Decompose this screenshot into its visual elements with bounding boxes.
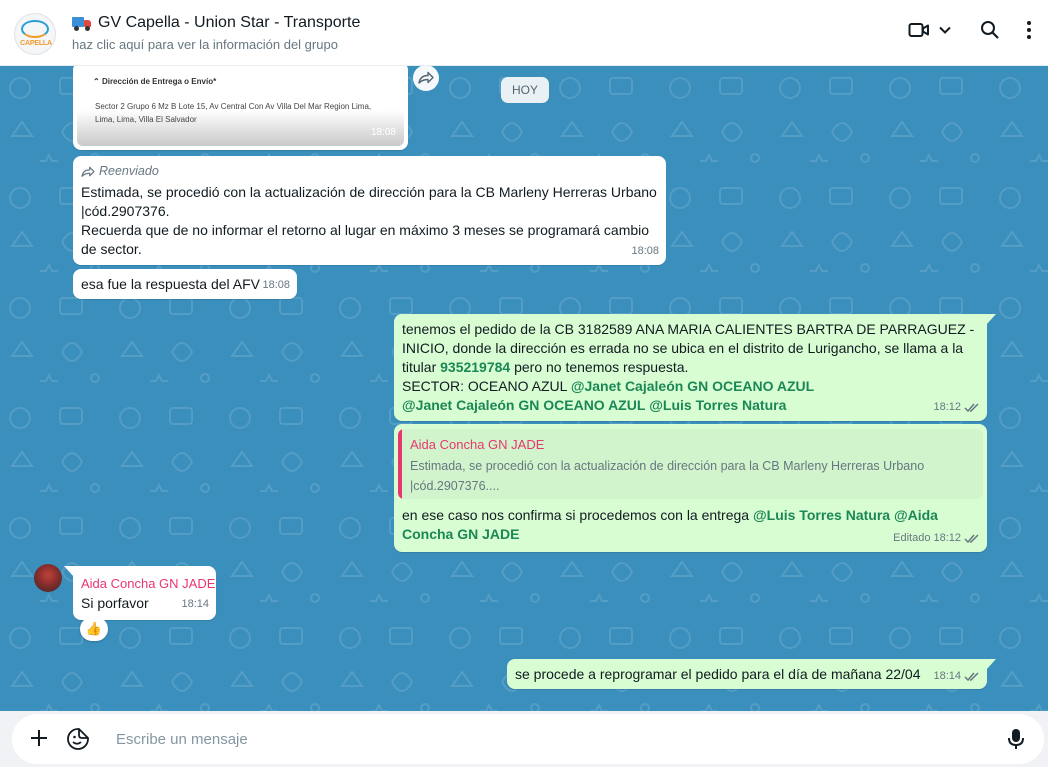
sticker-button[interactable] (66, 727, 90, 751)
group-logo-text: CAPELLA (20, 40, 52, 47)
message-input[interactable] (116, 724, 996, 754)
outgoing-message[interactable]: tenemos el pedido de la CB 3182589 ANA M… (394, 314, 987, 421)
message-line: SECTOR: OCEANO AZUL @Janet Cajaleón GN O… (402, 377, 980, 396)
video-call-icon (908, 23, 929, 37)
group-avatar[interactable]: CAPELLA (14, 13, 56, 55)
message-line: tenemos el pedido de la CB 3182589 ANA M… (402, 321, 975, 337)
mention-link[interactable]: @Janet Cajaleón GN OCEANO AZUL (402, 397, 645, 413)
message-text: tenemos el pedido de la CB 3182589 ANA M… (402, 320, 980, 415)
group-info[interactable]: GV Capella - Union Star - Transporte haz… (72, 14, 360, 52)
truck-icon (72, 15, 92, 31)
message-line: en ese caso nos confirma si procedemos c… (402, 506, 962, 525)
double-check-icon (964, 672, 979, 682)
message-line: @Janet Cajaleón GN OCEANO AZUL @Luis Tor… (402, 396, 980, 415)
quoted-line: Estimada, se procedió con la actualizaci… (410, 459, 925, 473)
date-divider: HOY (501, 77, 549, 103)
forwarded-message[interactable]: Reenviado Estimada, se procedió con la a… (73, 156, 666, 265)
phone-link[interactable]: 935219784 (440, 359, 510, 375)
composer-box[interactable] (12, 714, 1044, 764)
reaction-badge[interactable]: 👍 (80, 617, 108, 641)
message-time: 18:08 (262, 279, 290, 291)
chat-header[interactable]: CAPELLA GV Capella - Union Star - Transp… (0, 0, 1048, 66)
message-status: 18:14 (933, 667, 980, 686)
quoted-line: |cód.2907376.... (410, 479, 500, 493)
group-title: GV Capella - Union Star - Transporte (98, 14, 361, 31)
text-span: titular (402, 359, 441, 375)
mention-link[interactable]: @Luis Torres Natura (649, 397, 786, 413)
message-status: 18:12 (933, 398, 980, 417)
bubble-tail (986, 314, 996, 325)
composer-bar (0, 711, 1048, 767)
mention-link[interactable]: Concha GN JADE (402, 526, 519, 542)
microphone-icon (1008, 729, 1024, 749)
message-time: 18:14 (933, 670, 961, 682)
header-actions (908, 20, 1032, 40)
chevron-down-icon (939, 26, 951, 34)
logo-ring-graphic (21, 20, 49, 38)
message-time: 18:08 (631, 245, 659, 257)
bubble-tail (64, 566, 74, 577)
forwarded-line: Recuerda que de no informar el retorno a… (81, 222, 650, 238)
image-preview[interactable]: ⌃ Dirección de Entrega o Envío* Sector 2… (77, 66, 404, 146)
forwarded-line: Estimada, se procedió con la actualizaci… (81, 184, 657, 200)
text-span: en ese caso nos confirma si procedemos c… (402, 507, 753, 523)
quoted-message[interactable]: Aida Concha GN JADE Estimada, se procedi… (398, 429, 983, 499)
message-time: 18:12 (933, 532, 961, 544)
plus-icon (31, 730, 47, 746)
forward-icon (418, 71, 434, 84)
image-message[interactable]: ⌃ Dirección de Entrega o Envío* Sector 2… (73, 66, 408, 150)
menu-dots-icon (1027, 21, 1031, 39)
outgoing-message[interactable]: se procede a reprogramar el pedido para … (507, 659, 987, 689)
sender-name[interactable]: Aida Concha GN JADE (81, 574, 215, 593)
forwarded-line: de sector. (81, 241, 142, 257)
text-span: SECTOR: OCEANO AZUL (402, 378, 571, 394)
message-line: Concha GN JADE (402, 525, 962, 544)
message-line: titular 935219784 pero no tenemos respue… (402, 358, 980, 377)
message-text: Si porfavor (81, 595, 149, 611)
forwarded-label-row: Reenviado (81, 162, 159, 181)
quote-bar (398, 429, 402, 499)
sender-avatar[interactable] (34, 564, 62, 592)
quoted-text: Estimada, se procedió con la actualizaci… (410, 456, 970, 496)
message-line: INICIO, donde la dirección es errada no … (402, 340, 964, 356)
incoming-message[interactable]: esa fue la respuesta del AFV 18:08 (73, 269, 297, 299)
group-subtitle: haz clic aquí para ver la información de… (72, 37, 338, 52)
double-check-icon (964, 534, 979, 544)
forwarded-icon (81, 166, 95, 177)
attach-button[interactable] (28, 727, 50, 749)
incoming-message[interactable]: Aida Concha GN JADE Si porfavor 18:14 (73, 566, 216, 620)
chat-area[interactable]: ⌃ Dirección de Entrega o Envío* Sector 2… (0, 66, 1048, 711)
forwarded-line: |cód.2907376. (81, 203, 170, 219)
message-text: en ese caso nos confirma si procedemos c… (402, 506, 962, 544)
message-text: esa fue la respuesta del AFV (81, 276, 260, 292)
voice-message-button[interactable] (1006, 727, 1026, 751)
message-status: Editado 18:12 (893, 529, 980, 548)
double-check-icon (964, 403, 979, 413)
quoted-sender: Aida Concha GN JADE (410, 437, 545, 452)
edited-label: Editado (893, 532, 931, 544)
search-icon (981, 21, 999, 39)
image-message-time: 18:08 (370, 127, 396, 138)
sticker-icon (67, 728, 89, 750)
text-span: pero no tenemos respuesta. (510, 359, 689, 375)
thumbs-up-icon: 👍 (85, 621, 103, 636)
mention-link[interactable]: @Luis Torres Natura (753, 507, 890, 523)
forward-button[interactable] (413, 66, 439, 91)
message-text: se procede a reprogramar el pedido para … (515, 666, 921, 682)
image-address-text: Sector 2 Grupo 6 Mz B Lote 15, Av Centra… (95, 102, 372, 124)
forwarded-text: Estimada, se procedió con la actualizaci… (81, 183, 661, 259)
mention-link[interactable]: @Janet Cajaleón GN OCEANO AZUL (571, 378, 814, 394)
group-title-row: GV Capella - Union Star - Transporte (72, 14, 360, 32)
search-button[interactable] (980, 20, 1000, 40)
bubble-tail (986, 659, 996, 670)
message-time: 18:14 (181, 598, 209, 610)
menu-button[interactable] (1026, 20, 1032, 40)
mention-link[interactable]: @Aida (894, 507, 938, 523)
reply-message[interactable]: Aida Concha GN JADE Estimada, se procedi… (394, 424, 987, 552)
forwarded-label: Reenviado (99, 164, 159, 178)
video-call-button[interactable] (908, 21, 954, 39)
image-section-heading: ⌃ Dirección de Entrega o Envío* (93, 77, 217, 86)
message-time: 18:12 (933, 401, 961, 413)
